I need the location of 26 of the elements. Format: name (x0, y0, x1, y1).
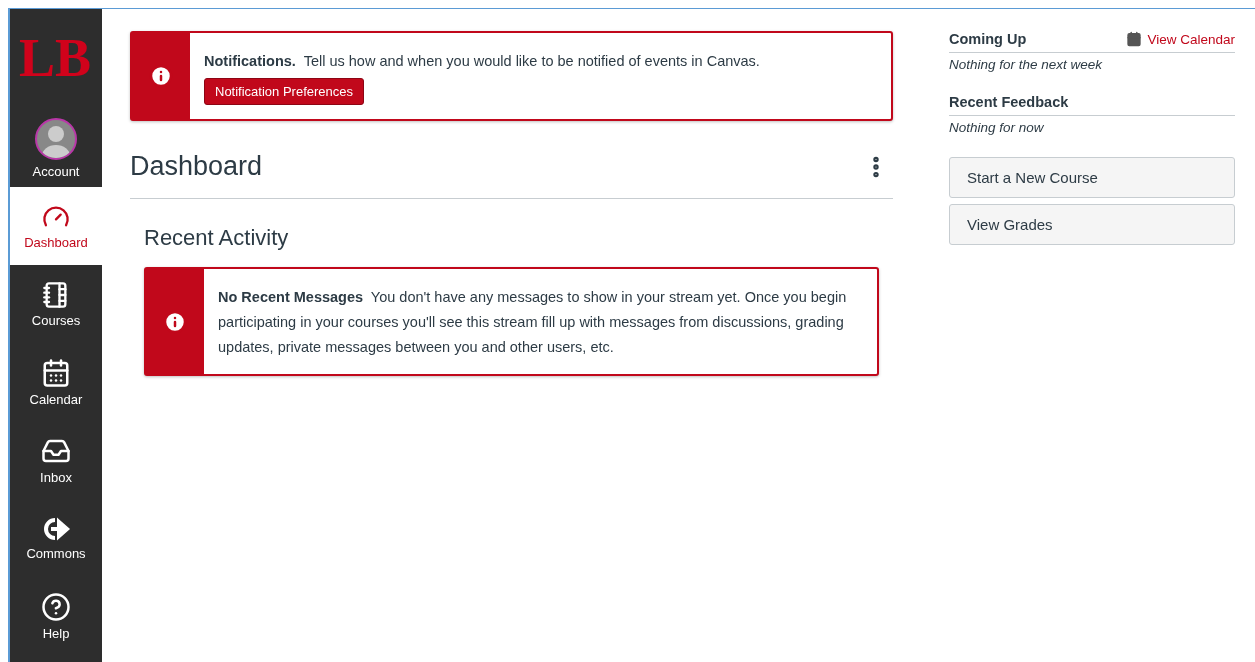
empty-stream-message: No Recent Messages You don't have any messages to show in your stream yet. Once you begin participating in your courses you'll see this stream fill up with messages from discussions, grading updates, private messages between you and other users, etc. (218, 288, 848, 357)
notification-text: Notifications. Tell us how and when you would like to be notified of events in Canvas. (204, 52, 760, 71)
nav-item[interactable]: Inbox (10, 421, 102, 499)
calendar-icon (1126, 31, 1143, 47)
section-heading: Recent Activity (144, 225, 290, 251)
info-icon (149, 64, 173, 88)
calendar-icon (41, 357, 71, 388)
sidebar-button[interactable]: View Grades (949, 204, 1235, 245)
nav-item[interactable]: Calendar (10, 343, 102, 421)
nav-item[interactable]: Help (10, 577, 102, 655)
page-title: Dashboard (130, 151, 263, 182)
sidebar-button[interactable]: Start a New Course (949, 157, 1235, 198)
empty-message: Nothing for now (949, 120, 1045, 135)
nav-item[interactable]: Courses (10, 265, 102, 343)
view-calendar-link[interactable]: View Calendar (1126, 31, 1235, 47)
help-icon (41, 591, 71, 622)
notification-preferences-button[interactable]: Notification Preferences (204, 78, 364, 105)
nav-item[interactable]: Account (10, 109, 102, 187)
empty-message: Nothing for the next week (949, 57, 1104, 72)
avatar-icon (35, 117, 77, 160)
arrow-exit-icon (41, 515, 71, 542)
notebook-icon (42, 280, 70, 309)
nav-item[interactable]: Commons (10, 499, 102, 577)
nav-item[interactable]: Dashboard (10, 187, 102, 265)
section-title: Recent Feedback (949, 94, 1069, 110)
section-title: Coming Up (949, 31, 1027, 47)
